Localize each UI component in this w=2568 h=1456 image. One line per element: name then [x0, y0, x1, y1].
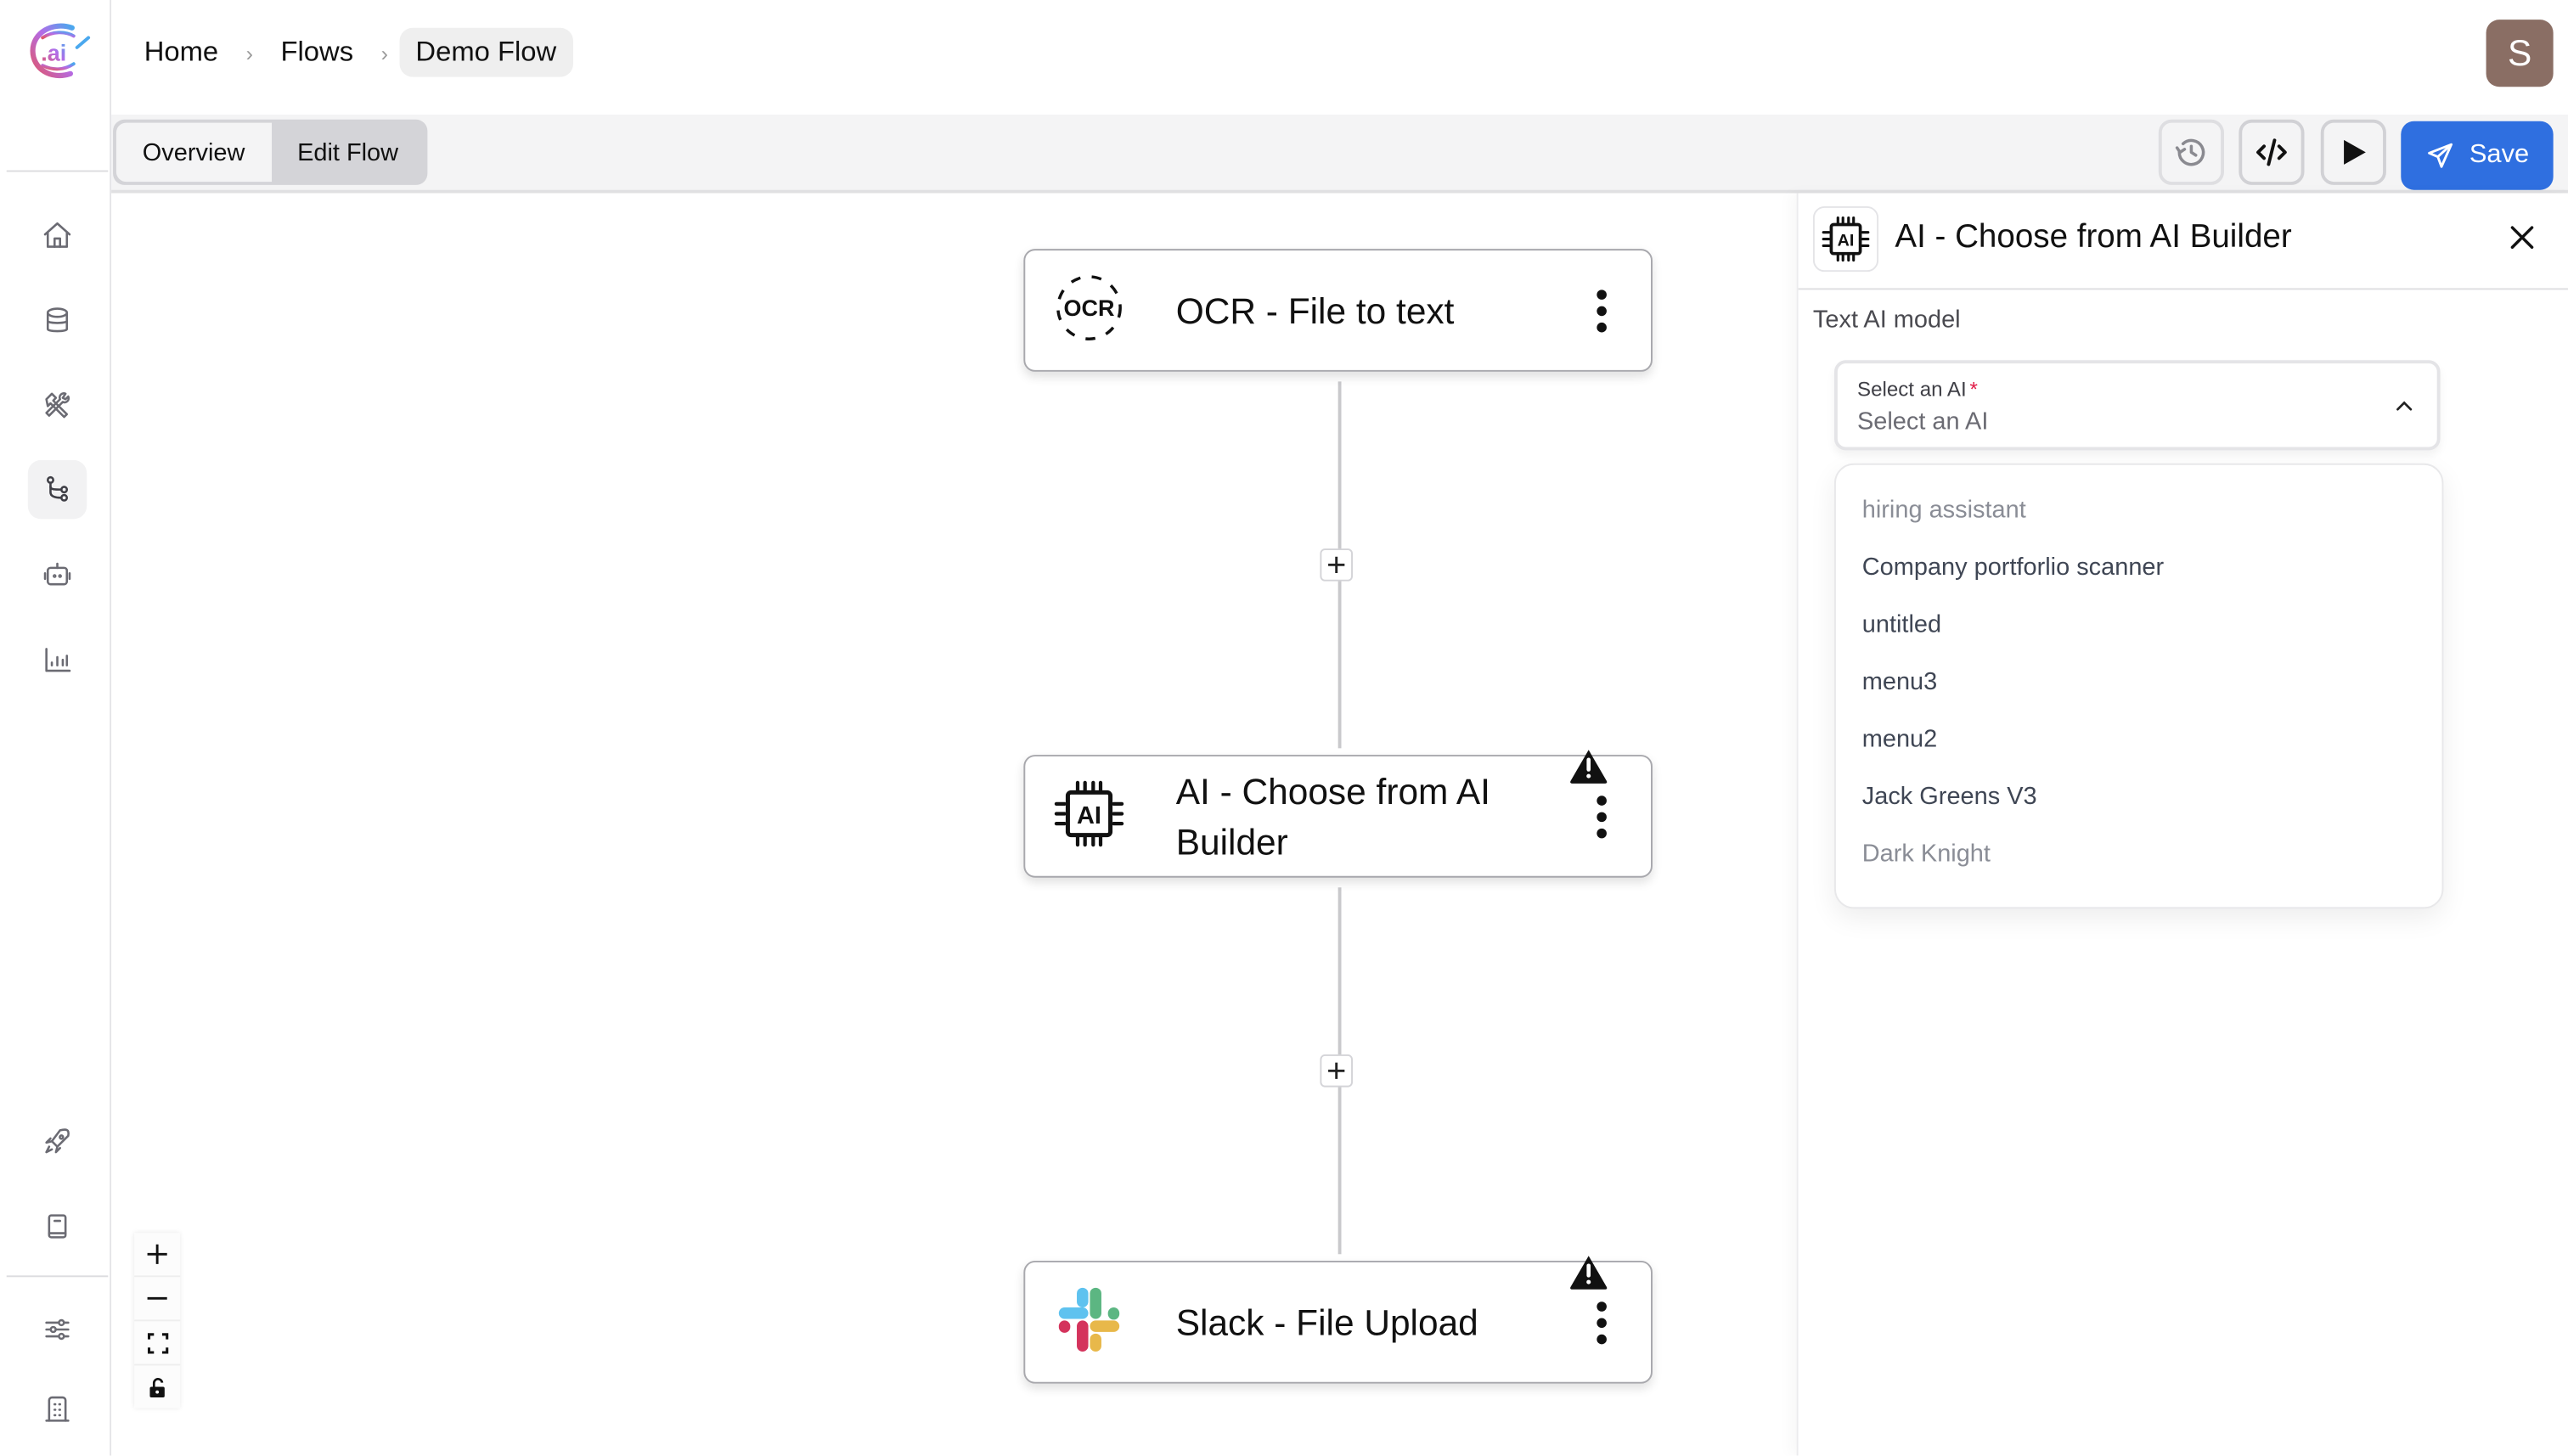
- flow-node-ai[interactable]: AI AI - Choose from AI Builder: [1023, 750, 1653, 878]
- sidebar-item-organization[interactable]: [28, 1380, 87, 1439]
- svg-text:OCR: OCR: [1064, 295, 1115, 321]
- unlock-icon: [149, 1377, 165, 1397]
- logo-text: .ai: [41, 40, 66, 65]
- sidebar-divider: [6, 1275, 109, 1278]
- lock-button[interactable]: [134, 1365, 180, 1408]
- minus-icon: [147, 1296, 167, 1300]
- select-value: Select an AI: [1856, 408, 1989, 436]
- save-label: Save: [2469, 140, 2530, 169]
- chevron-right-icon: ›: [380, 40, 388, 65]
- sliders-icon: [45, 1318, 70, 1341]
- user-avatar[interactable]: S: [2486, 20, 2554, 87]
- view-tabs: Overview Edit Flow: [113, 119, 428, 185]
- plus-icon: [1328, 1062, 1345, 1079]
- fit-view-icon: [146, 1332, 168, 1353]
- sidebar-item-agents[interactable]: [28, 545, 87, 604]
- sidebar-item-flows[interactable]: [27, 459, 87, 520]
- app-root: .ai Home › Flows › Demo Flow S Overview …: [0, 0, 2568, 1456]
- rocket-icon: [45, 1128, 70, 1154]
- ocr-icon: OCR: [1053, 272, 1125, 344]
- node-menu-button[interactable]: [1595, 1301, 1608, 1344]
- run-flow-button[interactable]: [2320, 119, 2386, 185]
- sidebar-divider: [6, 170, 109, 172]
- brand-logo[interactable]: .ai: [23, 16, 92, 85]
- book-icon: [48, 1214, 67, 1239]
- breadcrumb-current[interactable]: Demo Flow: [399, 27, 573, 77]
- svg-text:AI: AI: [1077, 802, 1101, 829]
- node-menu-button[interactable]: [1595, 795, 1608, 838]
- zoom-out-button[interactable]: [134, 1277, 181, 1322]
- warning-icon: [1570, 1256, 1608, 1290]
- flow-icon: [46, 475, 69, 502]
- flow-node-ocr[interactable]: OCR OCR - File to text: [1023, 249, 1653, 372]
- plus-icon: [147, 1244, 167, 1264]
- code-icon: [2256, 138, 2287, 166]
- select-ai-dropdown[interactable]: Select an AI * Select an AI: [1833, 360, 2441, 451]
- text-ai-model-label: Text AI model: [1812, 306, 1961, 334]
- option-item[interactable]: Company portforlio scanner: [1862, 554, 2164, 582]
- sidebar-item-settings[interactable]: [28, 1300, 87, 1358]
- chevron-right-icon: ›: [245, 40, 254, 65]
- database-icon: [46, 307, 69, 333]
- canvas-zoom-controls: [134, 1233, 181, 1408]
- sidebar: .ai: [0, 0, 112, 1456]
- top-header: Home › Flows › Demo Flow S: [111, 0, 2568, 115]
- option-item[interactable]: Dark Knight: [1862, 840, 1991, 868]
- code-view-button[interactable]: [2239, 119, 2305, 185]
- option-item[interactable]: menu3: [1862, 668, 1937, 696]
- tab-edit-flow[interactable]: Edit Flow: [271, 122, 425, 183]
- ai-options-list: hiring assistant Company portforlio scan…: [1833, 463, 2444, 909]
- panel-header: AI AI - Choose from AI Builder: [1798, 194, 2568, 290]
- option-item[interactable]: menu2: [1862, 725, 1937, 753]
- history-button[interactable]: [2158, 119, 2224, 185]
- ai-chip-icon: AI: [1053, 778, 1125, 850]
- tab-overview[interactable]: Overview: [115, 122, 272, 183]
- plus-icon: [1328, 556, 1345, 573]
- home-icon: [43, 222, 71, 248]
- sidebar-item-docs[interactable]: [28, 1197, 87, 1256]
- flow-canvas[interactable]: OCR OCR - File to text AI AI - Choose fr…: [111, 193, 1797, 1456]
- building-icon: [45, 1396, 70, 1422]
- svg-text:AI: AI: [1838, 231, 1855, 250]
- warning-icon: [1570, 750, 1608, 784]
- tools-icon: [45, 392, 70, 419]
- option-item[interactable]: Jack Greens V3: [1862, 783, 2037, 811]
- node-title: Slack - File Upload: [1175, 1301, 1478, 1343]
- fit-view-button[interactable]: [134, 1321, 181, 1366]
- select-label: Select an AI *: [1856, 378, 1978, 402]
- save-button[interactable]: Save: [2401, 121, 2554, 190]
- slack-icon: [1053, 1284, 1125, 1356]
- option-item[interactable]: hiring assistant: [1862, 496, 2026, 524]
- robot-icon: [43, 562, 71, 586]
- option-item[interactable]: untitled: [1862, 610, 1941, 638]
- add-step-button[interactable]: [1320, 1054, 1353, 1088]
- flow-toolbar: Overview Edit Flow Save: [111, 114, 2568, 194]
- panel-title: AI - Choose from AI Builder: [1895, 219, 2292, 256]
- node-title: OCR - File to text: [1175, 290, 1455, 331]
- send-icon: [2427, 143, 2453, 168]
- breadcrumb-flows[interactable]: Flows: [264, 28, 369, 77]
- flow-node-slack[interactable]: Slack - File Upload: [1023, 1256, 1653, 1384]
- breadcrumb-home[interactable]: Home: [127, 28, 234, 77]
- close-icon[interactable]: [2508, 222, 2537, 252]
- node-config-panel: AI AI - Choose from AI Builder Text AI m…: [1796, 193, 2568, 1456]
- node-menu-button[interactable]: [1595, 289, 1608, 332]
- sidebar-item-analytics[interactable]: [28, 630, 87, 689]
- sidebar-item-data[interactable]: [28, 291, 87, 350]
- zoom-in-button[interactable]: [134, 1233, 181, 1278]
- ai-chip-icon: AI: [1812, 205, 1879, 273]
- play-icon: [2344, 139, 2366, 165]
- sidebar-item-launch[interactable]: [28, 1111, 87, 1170]
- sidebar-item-tools[interactable]: [28, 377, 87, 436]
- bar-chart-icon: [45, 648, 71, 672]
- node-title: AI - Choose from AI Builder: [1175, 770, 1490, 863]
- history-icon: [2175, 138, 2205, 166]
- required-marker: *: [1969, 378, 1978, 402]
- sidebar-item-home[interactable]: [28, 206, 87, 265]
- add-step-button[interactable]: [1320, 548, 1353, 582]
- breadcrumb: Home › Flows › Demo Flow: [127, 26, 573, 79]
- chevron-up-icon: [2396, 401, 2413, 411]
